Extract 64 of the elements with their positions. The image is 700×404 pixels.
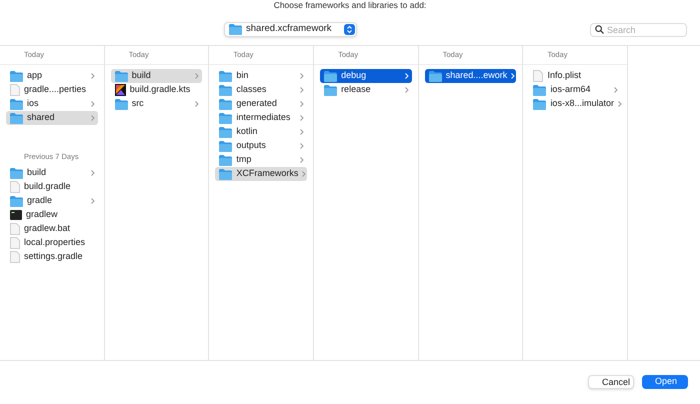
document-icon bbox=[10, 84, 20, 96]
file-row[interactable]: ios-x8...imulator bbox=[529, 97, 622, 111]
file-row[interactable]: gradlew.bat bbox=[6, 222, 98, 236]
folder-icon bbox=[219, 70, 232, 82]
file-row[interactable]: shared bbox=[6, 111, 98, 125]
file-row[interactable]: src bbox=[110, 97, 202, 111]
file-row[interactable]: build.gradle bbox=[6, 180, 98, 194]
stepper-icon bbox=[344, 24, 355, 35]
file-row[interactable]: app bbox=[6, 69, 98, 83]
file-row[interactable]: intermediates bbox=[215, 111, 308, 125]
file-row[interactable]: build bbox=[6, 166, 98, 180]
search-icon bbox=[595, 24, 604, 34]
folder-icon bbox=[533, 98, 546, 110]
folder-icon bbox=[324, 84, 338, 96]
file-row[interactable]: generated bbox=[215, 97, 308, 111]
file-row[interactable]: settings.gradle bbox=[6, 250, 98, 264]
terminal-icon bbox=[10, 210, 22, 220]
file-row[interactable]: ios-arm64 bbox=[529, 83, 622, 97]
folder-icon bbox=[229, 24, 242, 35]
file-row[interactable]: debug bbox=[320, 69, 412, 83]
file-row[interactable]: Info.plist bbox=[529, 69, 622, 83]
folder-icon bbox=[10, 98, 23, 110]
file-row[interactable]: classes bbox=[215, 83, 308, 97]
folder-icon bbox=[114, 98, 128, 110]
file-row[interactable]: ios bbox=[6, 97, 98, 111]
folder-icon bbox=[10, 168, 23, 178]
search-field[interactable]: Search bbox=[590, 22, 687, 36]
folder-icon bbox=[10, 196, 23, 206]
file-row[interactable]: XCFrameworks bbox=[215, 167, 308, 181]
folder-icon bbox=[324, 70, 338, 82]
document-icon bbox=[10, 223, 20, 235]
file-row[interactable]: outputs bbox=[215, 139, 308, 153]
folder-icon bbox=[114, 70, 128, 82]
dialog-button[interactable]: Open bbox=[642, 374, 688, 388]
kotlin-file-icon bbox=[114, 84, 126, 96]
location-dropdown[interactable]: shared.xcframework bbox=[224, 22, 357, 37]
file-row[interactable]: bin bbox=[215, 69, 308, 83]
file-row[interactable]: build.gradle.kts bbox=[110, 83, 202, 97]
folder-icon bbox=[428, 70, 442, 82]
folder-icon bbox=[219, 126, 232, 138]
dialog-button[interactable]: Cancel bbox=[588, 374, 634, 388]
file-row[interactable]: release bbox=[320, 83, 412, 97]
folder-icon bbox=[10, 112, 23, 124]
file-row[interactable]: build bbox=[110, 69, 202, 83]
folder-icon bbox=[219, 112, 232, 124]
folder-icon bbox=[219, 168, 232, 180]
document-icon bbox=[533, 70, 544, 82]
folder-icon bbox=[10, 70, 23, 82]
file-row[interactable]: gradle bbox=[6, 194, 98, 208]
file-row[interactable]: kotlin bbox=[215, 125, 308, 139]
dialog-prompt: Choose frameworks and libraries to add: bbox=[274, 1, 426, 10]
folder-icon bbox=[219, 98, 232, 110]
folder-icon bbox=[219, 140, 232, 152]
file-row[interactable]: gradle....perties bbox=[6, 83, 98, 97]
document-icon bbox=[10, 251, 20, 263]
document-icon bbox=[10, 237, 20, 249]
folder-icon bbox=[533, 84, 546, 96]
file-row[interactable]: shared....ework bbox=[424, 69, 516, 83]
file-row[interactable]: gradlew bbox=[6, 208, 98, 222]
folder-icon bbox=[219, 154, 232, 166]
folder-icon bbox=[219, 84, 232, 96]
file-row[interactable]: tmp bbox=[215, 153, 308, 167]
document-icon bbox=[10, 181, 20, 193]
file-row[interactable]: local.properties bbox=[6, 236, 98, 250]
